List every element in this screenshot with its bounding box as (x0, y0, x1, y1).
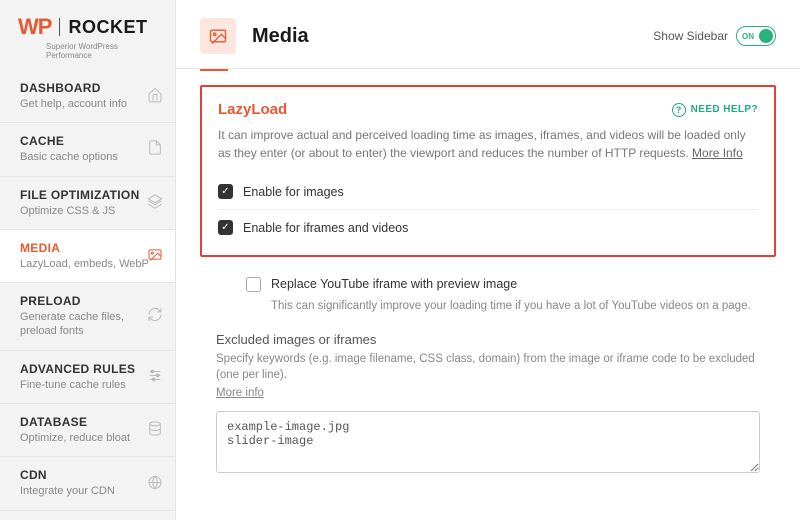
sliders-icon (147, 367, 163, 386)
sidebar-item-dashboard[interactable]: DASHBOARD Get help, account info (0, 70, 175, 123)
logo-text: ROCKET (68, 17, 147, 38)
nav-title: DATABASE (20, 415, 161, 429)
show-sidebar-control: Show Sidebar ON (653, 26, 776, 46)
youtube-suboption: Replace YouTube iframe with preview imag… (200, 265, 776, 326)
main: Media Show Sidebar ON LazyLoad ? NEED HE… (176, 0, 800, 520)
sidebar-item-preload[interactable]: PRELOAD Generate cache files, preload fo… (0, 283, 175, 351)
nav-desc: Get help, account info (20, 97, 161, 111)
home-icon (147, 87, 163, 106)
need-help-button[interactable]: ? NEED HELP? (672, 103, 758, 117)
toggle-state-label: ON (742, 32, 754, 41)
toggle-knob (759, 29, 773, 43)
logo: WP ROCKET Superior WordPress Performance (0, 0, 175, 70)
content: LazyLoad ? NEED HELP? It can improve act… (176, 71, 800, 520)
excluded-more-info-link[interactable]: More info (216, 387, 264, 399)
checkbox-label: Replace YouTube iframe with preview imag… (271, 277, 517, 291)
section-description: It can improve actual and perceived load… (218, 126, 758, 162)
globe-icon (147, 474, 163, 493)
more-info-link[interactable]: More Info (692, 146, 743, 160)
image-icon (147, 247, 163, 266)
file-icon (147, 140, 163, 159)
nav-desc: Optimize, reduce bloat (20, 431, 161, 445)
logo-divider (59, 18, 60, 36)
nav-desc: Integrate your CDN (20, 484, 161, 498)
checkbox-label: Enable for iframes and videos (243, 221, 408, 235)
media-header-icon (200, 18, 236, 54)
youtube-hint: This can significantly improve your load… (271, 300, 760, 312)
lazyload-section: LazyLoad ? NEED HELP? It can improve act… (200, 85, 776, 257)
show-sidebar-label: Show Sidebar (653, 29, 728, 43)
nav-desc: Basic cache options (20, 150, 161, 164)
option-enable-images: ✓ Enable for images (218, 174, 758, 210)
nav-desc: LazyLoad, embeds, WebP (20, 257, 161, 271)
logo-mark: WP (18, 14, 51, 40)
sidebar-item-cache[interactable]: CACHE Basic cache options (0, 123, 175, 176)
show-sidebar-toggle[interactable]: ON (736, 26, 776, 46)
refresh-icon (147, 307, 163, 326)
nav-desc: Optimize CSS & JS (20, 204, 161, 218)
section-title: LazyLoad (218, 101, 287, 118)
sidebar-item-file-optimization[interactable]: FILE OPTIMIZATION Optimize CSS & JS (0, 177, 175, 230)
nav-desc: Fine-tune cache rules (20, 378, 161, 392)
nav-title: CDN (20, 468, 161, 482)
database-icon (147, 421, 163, 440)
excluded-description: Specify keywords (e.g. image filename, C… (216, 351, 760, 383)
nav-title: ADVANCED RULES (20, 362, 161, 376)
nav-title: DASHBOARD (20, 81, 161, 95)
nav-title: FILE OPTIMIZATION (20, 188, 161, 202)
layers-icon (147, 193, 163, 212)
excluded-title: Excluded images or iframes (216, 332, 760, 347)
sidebar-item-advanced-rules[interactable]: ADVANCED RULES Fine-tune cache rules (0, 351, 175, 404)
nav: DASHBOARD Get help, account info CACHE B… (0, 70, 175, 520)
sidebar: WP ROCKET Superior WordPress Performance… (0, 0, 176, 520)
help-icon: ? (672, 103, 686, 117)
logo-tagline: Superior WordPress Performance (46, 42, 163, 60)
nav-title: CACHE (20, 134, 161, 148)
checkbox-enable-images[interactable]: ✓ (218, 184, 233, 199)
page-header: Media Show Sidebar ON (176, 0, 800, 69)
option-enable-iframes: ✓ Enable for iframes and videos (218, 210, 758, 245)
sidebar-item-database[interactable]: DATABASE Optimize, reduce bloat (0, 404, 175, 457)
checkbox-enable-iframes[interactable]: ✓ (218, 220, 233, 235)
nav-title: MEDIA (20, 241, 161, 255)
sidebar-item-media[interactable]: MEDIA LazyLoad, embeds, WebP (0, 230, 175, 283)
checkbox-label: Enable for images (243, 185, 344, 199)
page-title: Media (252, 25, 653, 48)
nav-title: PRELOAD (20, 294, 161, 308)
checkbox-youtube-preview[interactable] (246, 277, 261, 292)
sidebar-item-cdn[interactable]: CDN Integrate your CDN (0, 457, 175, 510)
nav-desc: Generate cache files, preload fonts (20, 310, 161, 339)
excluded-textarea[interactable] (216, 411, 760, 473)
need-help-label: NEED HELP? (691, 104, 758, 115)
excluded-section: Excluded images or iframes Specify keywo… (200, 326, 776, 482)
